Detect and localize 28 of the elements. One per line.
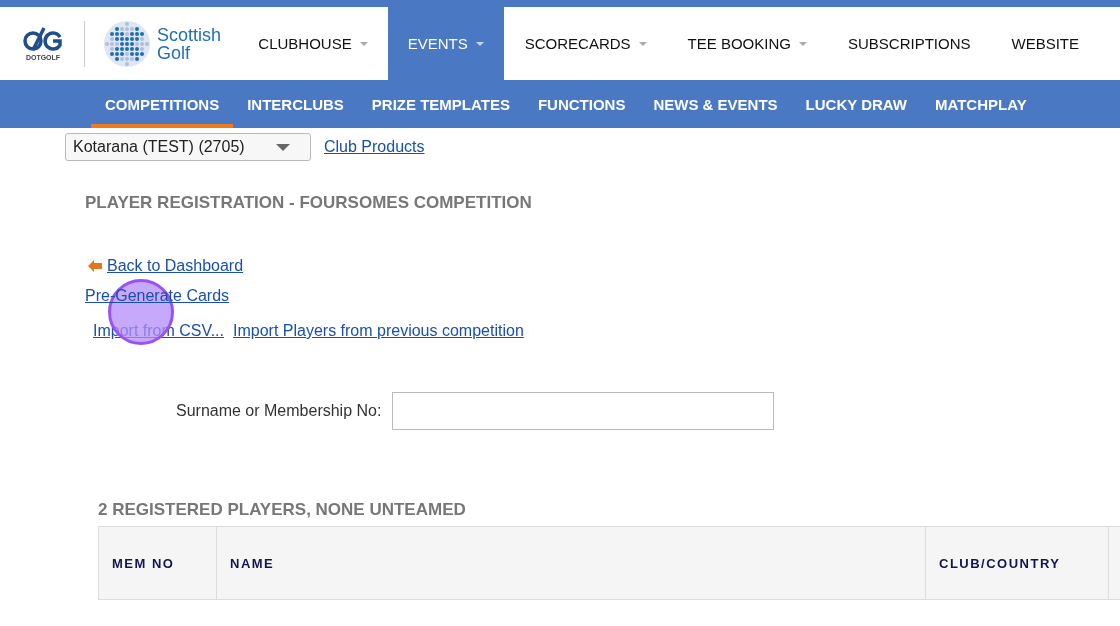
import-link[interactable]: Import Players from previous competition bbox=[233, 322, 524, 340]
nav-menu-item[interactable]: SCORECARDS bbox=[524, 7, 667, 80]
column-header[interactable]: MEM NO bbox=[99, 527, 217, 599]
scottish-golf-logo[interactable]: Scottish Golf bbox=[103, 19, 222, 68]
column-header[interactable]: NAME bbox=[217, 527, 926, 599]
subnav-tab[interactable]: FUNCTIONS bbox=[523, 80, 640, 128]
caret-icon bbox=[276, 143, 290, 151]
nav-menu-item[interactable]: WEBSITE bbox=[1011, 7, 1099, 80]
subnav-tab[interactable]: NEWS & EVENTS bbox=[639, 80, 792, 128]
nav-menu-item[interactable]: CLUBHOUSE bbox=[258, 7, 388, 80]
back-link[interactable]: Back to Dashboard bbox=[107, 257, 244, 275]
pregenerate-link[interactable]: Pre-Generate Cards bbox=[85, 287, 230, 304]
column-header[interactable]: CLUB/COUNTRY bbox=[926, 527, 1109, 599]
subnav-tab[interactable]: COMPETITIONS bbox=[91, 80, 234, 128]
search-field[interactable] bbox=[392, 392, 775, 430]
club-select[interactable]: Kotarana (TEST) (2705) bbox=[65, 133, 311, 161]
nav-menu-item[interactable]: EVENTS bbox=[387, 7, 504, 80]
subnav-tab[interactable]: INTERCLUBS bbox=[233, 80, 358, 128]
subnav-tab[interactable]: LUCKY DRAW bbox=[791, 80, 921, 128]
subnav-tab[interactable]: PRIZE TEMPLATES bbox=[357, 80, 524, 128]
page-title: PLAYER REGISTRATION - FOURSOMES COMPETITION bbox=[85, 193, 533, 213]
arrow-left-icon bbox=[88, 260, 102, 272]
search-label: Surname or Membership No: bbox=[176, 402, 382, 420]
club-products-link[interactable]: Club Products bbox=[324, 138, 425, 156]
nav-menu-item[interactable]: SUBSCRIPTIONS bbox=[847, 7, 991, 80]
subnav-tab[interactable]: MATCHPLAY bbox=[921, 80, 1041, 128]
players-heading: 2 REGISTERED PLAYERS, NONE UNTEAMED bbox=[98, 500, 467, 520]
nav-menu-item[interactable]: TEE BOOKING bbox=[687, 7, 827, 80]
